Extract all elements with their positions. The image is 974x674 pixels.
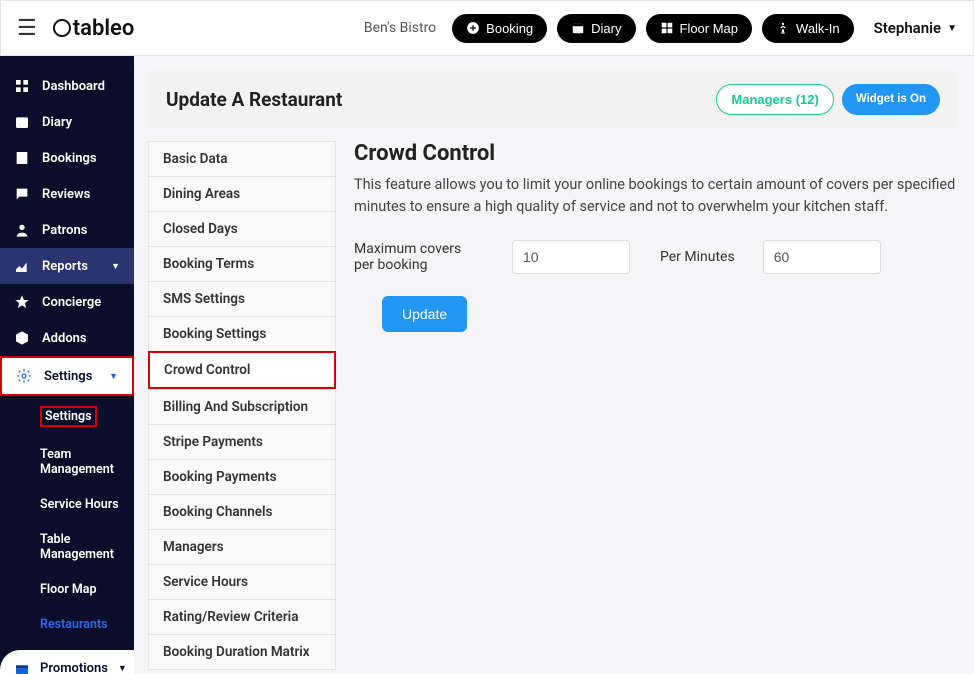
booking-button[interactable]: Booking xyxy=(452,14,547,43)
sidebar-item-reports[interactable]: Reports▼ xyxy=(0,248,134,284)
calendar-icon xyxy=(14,114,30,130)
caret-down-icon: ▼ xyxy=(111,261,120,272)
crowd-control-panel: Crowd Control This feature allows you to… xyxy=(354,141,958,670)
chat-check-icon xyxy=(14,186,30,202)
brand-text: tableo xyxy=(73,16,135,41)
layout: Dashboard Diary Bookings Reviews Patrons… xyxy=(0,56,974,674)
settings-tab-list: Basic Data Dining Areas Closed Days Book… xyxy=(148,141,336,670)
floormap-button[interactable]: Floor Map xyxy=(646,14,753,43)
tab-booking-channels[interactable]: Booking Channels xyxy=(148,494,336,529)
tab-closed-days[interactable]: Closed Days xyxy=(148,211,336,246)
sidebar-item-diary[interactable]: Diary xyxy=(0,104,134,140)
tab-rating-review-criteria[interactable]: Rating/Review Criteria xyxy=(148,599,336,634)
tab-booking-payments[interactable]: Booking Payments xyxy=(148,459,336,494)
tab-booking-duration-matrix[interactable]: Booking Duration Matrix xyxy=(148,634,336,670)
tab-billing-subscription[interactable]: Billing And Subscription xyxy=(148,389,336,424)
walkin-button[interactable]: Walk-In xyxy=(762,14,854,43)
panel-heading: Crowd Control xyxy=(354,141,958,166)
page-title: Update A Restaurant xyxy=(166,88,342,111)
sidebar-sub-settings[interactable]: Settings xyxy=(0,396,134,437)
gift-icon xyxy=(14,660,30,674)
topbar: ☰ tableo Ben's Bistro Booking Diary Floo… xyxy=(0,0,974,56)
diary-button[interactable]: Diary xyxy=(557,14,635,43)
header-buttons: Managers (12) Widget is On xyxy=(716,84,940,115)
sidebar-item-dashboard[interactable]: Dashboard xyxy=(0,68,134,104)
person-walk-icon xyxy=(776,21,790,35)
sidebar: Dashboard Diary Bookings Reviews Patrons… xyxy=(0,56,134,674)
tab-dining-areas[interactable]: Dining Areas xyxy=(148,176,336,211)
hamburger-icon[interactable]: ☰ xyxy=(17,16,37,41)
sidebar-item-concierge[interactable]: Concierge xyxy=(0,284,134,320)
caret-down-icon: ▼ xyxy=(118,663,127,674)
sidebar-item-promotions[interactable]: Promotions▼ xyxy=(0,650,134,674)
max-covers-label: Maximum covers per booking xyxy=(354,241,484,273)
tab-stripe-payments[interactable]: Stripe Payments xyxy=(148,424,336,459)
max-covers-group: Maximum covers per booking xyxy=(354,240,630,274)
tab-service-hours[interactable]: Service Hours xyxy=(148,564,336,599)
caret-down-icon: ▼ xyxy=(109,371,118,382)
sidebar-item-reviews[interactable]: Reviews xyxy=(0,176,134,212)
panel-description: This feature allows you to limit your on… xyxy=(354,174,958,218)
grid-icon xyxy=(660,21,674,35)
plus-circle-icon xyxy=(466,21,480,35)
tab-sms-settings[interactable]: SMS Settings xyxy=(148,281,336,316)
restaurant-name: Ben's Bistro xyxy=(364,20,436,36)
gear-icon xyxy=(16,368,32,384)
sidebar-item-patrons[interactable]: Patrons xyxy=(0,212,134,248)
widget-status-button[interactable]: Widget is On xyxy=(842,84,940,115)
sidebar-item-addons[interactable]: Addons xyxy=(0,320,134,356)
tab-booking-settings[interactable]: Booking Settings xyxy=(148,316,336,351)
sidebar-item-bookings[interactable]: Bookings xyxy=(0,140,134,176)
sidebar-sub-service-hours[interactable]: Service Hours xyxy=(0,487,134,522)
topbar-right: Ben's Bistro Booking Diary Floor Map Wal… xyxy=(364,14,957,43)
user-menu[interactable]: Stephanie ▼ xyxy=(874,19,957,37)
per-minutes-group: Per Minutes xyxy=(660,240,881,274)
managers-button[interactable]: Managers (12) xyxy=(716,84,833,115)
sidebar-item-settings[interactable]: Settings▼ xyxy=(0,356,134,396)
person-icon xyxy=(14,222,30,238)
sidebar-sub-table-management[interactable]: Table Management xyxy=(0,522,134,572)
sidebar-sub-floor-map[interactable]: Floor Map xyxy=(0,572,134,607)
content-row: Basic Data Dining Areas Closed Days Book… xyxy=(148,141,958,670)
package-icon xyxy=(14,330,30,346)
brand-ring-icon xyxy=(53,19,71,37)
tab-managers[interactable]: Managers xyxy=(148,529,336,564)
per-minutes-input[interactable] xyxy=(763,240,881,274)
tab-booking-terms[interactable]: Booking Terms xyxy=(148,246,336,281)
sidebar-sub-team-management[interactable]: Team Management xyxy=(0,437,134,487)
tab-crowd-control[interactable]: Crowd Control xyxy=(148,351,336,389)
calendar-icon xyxy=(571,21,585,35)
max-covers-input[interactable] xyxy=(512,240,630,274)
tab-basic-data[interactable]: Basic Data xyxy=(148,141,336,176)
sidebar-sub-restaurants[interactable]: Restaurants xyxy=(0,607,134,642)
update-button[interactable]: Update xyxy=(382,296,467,332)
form-row: Maximum covers per booking Per Minutes xyxy=(354,240,958,274)
brand-logo: tableo xyxy=(53,16,135,41)
book-icon xyxy=(14,150,30,166)
caret-down-icon: ▼ xyxy=(947,23,957,34)
dashboard-icon xyxy=(14,78,30,94)
per-minutes-label: Per Minutes xyxy=(660,249,735,265)
page-header: Update A Restaurant Managers (12) Widget… xyxy=(148,70,958,129)
main-content: Update A Restaurant Managers (12) Widget… xyxy=(134,56,974,674)
star-icon xyxy=(14,294,30,310)
chart-icon xyxy=(14,258,30,274)
